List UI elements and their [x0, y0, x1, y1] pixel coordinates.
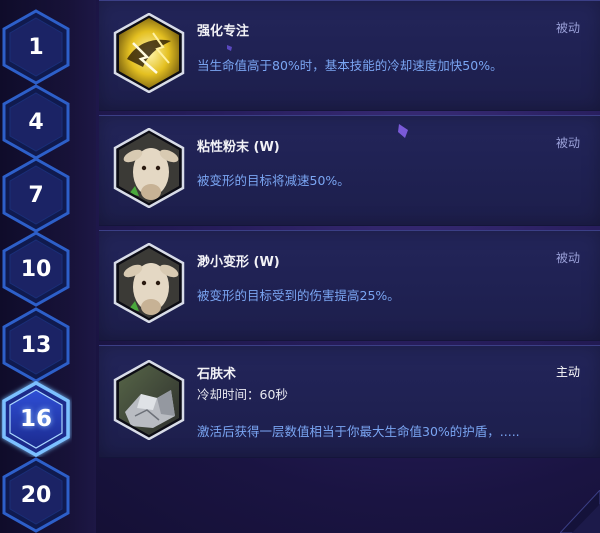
- talent-card[interactable]: 强化专注 被动 当生命值高于80%时，基本技能的冷却速度加快50%。: [99, 0, 600, 111]
- talent-title: 强化专注: [197, 24, 250, 39]
- level-number: 16: [19, 406, 52, 432]
- crystal-shard-icon: [398, 124, 408, 138]
- stone-skin-icon: [113, 360, 185, 440]
- level-number: 7: [28, 182, 44, 208]
- talent-level-rail: 1 4 7 10 13 16 20: [0, 0, 96, 533]
- talent-type-active: 主动: [555, 365, 580, 379]
- talent-type-passive: 被动: [555, 251, 580, 265]
- talent-description: 被变形的目标受到的伤害提高25%。: [197, 288, 400, 303]
- level-number: 13: [20, 332, 52, 358]
- talent-description: 被变形的目标将减速50%。: [197, 173, 350, 188]
- talent-card[interactable]: 粘性粉末 (W) 被动 被变形的目标将减速50%。: [99, 115, 600, 226]
- level-tier-1[interactable]: 1: [0, 9, 72, 85]
- talent-card[interactable]: 石肤术 主动 冷却时间：60秒 激活后获得一层数值相当于你最大生命值30%的护盾…: [99, 345, 600, 458]
- talent-type-passive: 被动: [555, 136, 580, 150]
- talent-description: 激活后获得一层数值相当于你最大生命值30%的护盾，.....: [197, 424, 520, 439]
- talent-cooldown: 冷却时间：60秒: [197, 387, 288, 402]
- level-number: 20: [20, 482, 52, 508]
- talent-title: 渺小变形 (W): [197, 255, 280, 270]
- goat-polymorph-icon: [113, 128, 185, 208]
- talent-type-passive: 被动: [555, 21, 580, 35]
- level-tier-16-selected[interactable]: 16: [0, 381, 72, 457]
- talent-description: 当生命值高于80%时，基本技能的冷却速度加快50%。: [197, 58, 503, 73]
- level-tier-7[interactable]: 7: [0, 157, 72, 233]
- talent-card[interactable]: 渺小变形 (W) 被动 被变形的目标受到的伤害提高25%。: [99, 230, 600, 341]
- level-number: 10: [20, 256, 52, 282]
- corner-frame-icon: [560, 490, 600, 533]
- level-tier-4[interactable]: 4: [0, 84, 72, 160]
- goat-polymorph-icon: [113, 243, 185, 323]
- level-tier-13[interactable]: 13: [0, 307, 72, 383]
- level-number: 1: [28, 34, 44, 60]
- level-tier-20[interactable]: 20: [0, 457, 72, 533]
- level-tier-10[interactable]: 10: [0, 231, 72, 307]
- lightning-claw-icon: [113, 13, 185, 93]
- crystal-shard-icon: [227, 45, 232, 51]
- level-number: 4: [28, 109, 44, 135]
- talent-title: 石肤术: [197, 367, 237, 382]
- talent-title: 粘性粉末 (W): [197, 140, 280, 155]
